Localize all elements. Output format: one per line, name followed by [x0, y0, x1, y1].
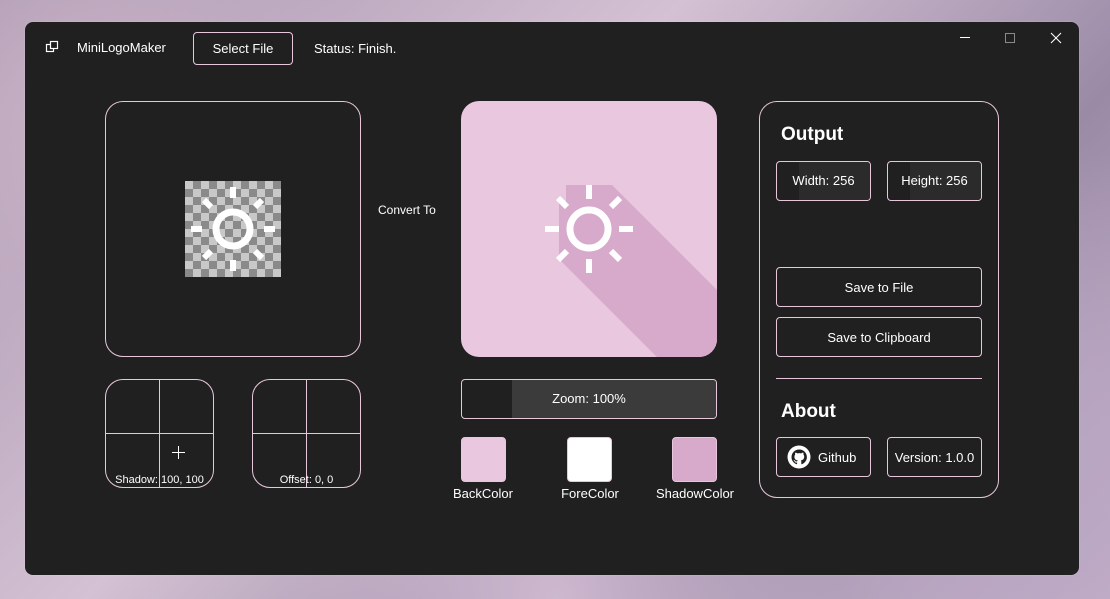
minimize-icon — [960, 37, 970, 38]
close-icon — [1050, 32, 1062, 44]
shadow-pad-vline — [159, 380, 160, 487]
output-preview — [461, 101, 717, 357]
app-window: MiniLogoMaker Select File Status: Finish… — [25, 22, 1079, 575]
shadow-pad-hline — [106, 433, 213, 434]
width-value: Width: 256 — [792, 173, 855, 188]
select-file-button[interactable]: Select File — [193, 32, 293, 65]
zoom-slider[interactable]: Zoom: 100% — [461, 379, 717, 419]
shadow-color-label: ShadowColor — [655, 486, 735, 501]
convert-to-label: Convert To — [378, 203, 436, 217]
version-badge: Version: 1.0.0 — [887, 437, 982, 477]
source-image-preview — [185, 181, 281, 277]
offset-pad-hline — [253, 433, 360, 434]
app-icon — [45, 39, 61, 55]
fore-color-label: ForeColor — [561, 486, 619, 501]
about-heading: About — [781, 401, 836, 422]
section-divider — [776, 378, 982, 379]
minimize-button[interactable] — [953, 28, 977, 48]
offset-pad-vline — [306, 380, 307, 487]
save-to-file-button[interactable]: Save to File — [776, 267, 982, 307]
output-heading: Output — [781, 124, 844, 145]
source-image-panel[interactable] — [105, 101, 361, 357]
shadow-pad-label: Shadow: 100, 100 — [115, 474, 204, 486]
github-icon — [787, 445, 811, 469]
github-button[interactable]: Github — [776, 437, 871, 477]
fore-color-swatch[interactable] — [567, 437, 612, 482]
status-text: Status: Finish. — [314, 41, 397, 56]
height-value: Height: 256 — [901, 173, 968, 188]
close-button[interactable] — [1044, 28, 1068, 48]
save-to-clipboard-button[interactable]: Save to Clipboard — [776, 317, 982, 357]
offset-pad[interactable]: Offset: 0, 0 — [252, 379, 361, 488]
back-color-swatch[interactable] — [461, 437, 506, 482]
shadow-pad[interactable]: Shadow: 100, 100 — [105, 379, 214, 488]
shadow-color-swatch[interactable] — [672, 437, 717, 482]
shadow-pad-cursor-icon — [172, 446, 185, 459]
back-color-label: BackColor — [453, 486, 513, 501]
github-label: Github — [818, 449, 857, 465]
maximize-button[interactable] — [998, 28, 1022, 48]
zoom-label: Zoom: 100% — [552, 391, 626, 406]
output-panel: Output Width: 256 Height: 256 Save to Fi… — [759, 101, 999, 498]
maximize-icon — [1005, 33, 1015, 43]
app-title: MiniLogoMaker — [77, 40, 166, 55]
width-field[interactable]: Width: 256 — [776, 161, 871, 201]
height-field[interactable]: Height: 256 — [887, 161, 982, 201]
offset-pad-label: Offset: 0, 0 — [279, 474, 334, 486]
